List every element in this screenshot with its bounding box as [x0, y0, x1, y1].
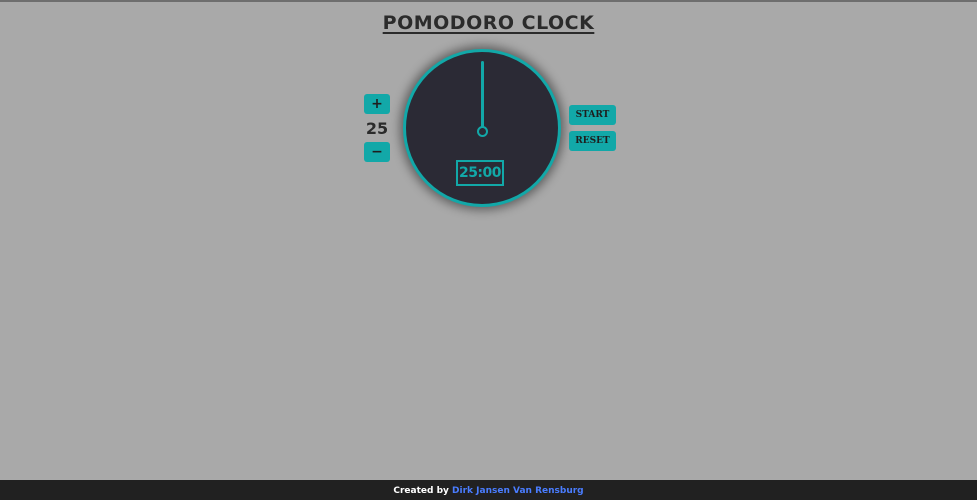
footer-credit-text: Created by — [393, 486, 449, 496]
reset-button[interactable]: RESET — [569, 131, 616, 151]
digital-time-display: 25:00 — [456, 160, 504, 186]
author-link[interactable]: Dirk Jansen Van Rensburg — [452, 486, 584, 496]
page-title: POMODORO CLOCK — [382, 12, 595, 34]
clock-pivot-icon — [477, 126, 488, 137]
session-length-value: 25 — [365, 119, 389, 138]
analog-clock-face: 25:00 — [403, 49, 561, 207]
decrease-session-button[interactable]: − — [364, 142, 390, 162]
pomodoro-page: POMODORO CLOCK + 25 − 25:00 START RESET … — [0, 0, 977, 500]
increase-session-button[interactable]: + — [364, 94, 390, 114]
clock-hand — [481, 61, 484, 128]
start-button[interactable]: START — [569, 105, 616, 125]
footer: Created by Dirk Jansen Van Rensburg — [0, 480, 977, 500]
